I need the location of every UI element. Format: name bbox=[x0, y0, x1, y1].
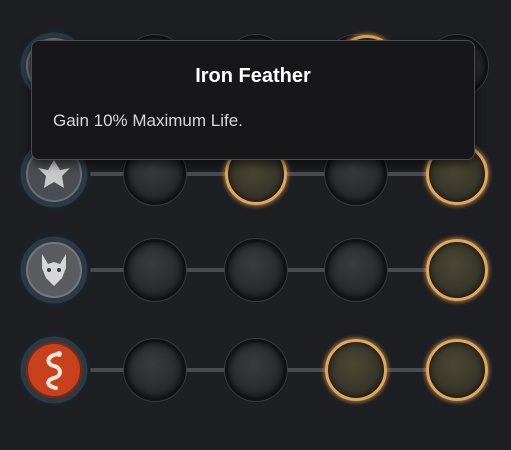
skill-node-3-1[interactable] bbox=[124, 239, 186, 301]
skill-node-4-2[interactable] bbox=[225, 339, 287, 401]
skill-board: Iron Feather Gain 10% Maximum Life. bbox=[0, 0, 511, 450]
tooltip-title: Iron Feather bbox=[195, 65, 311, 87]
skill-row-4 bbox=[0, 328, 511, 412]
skill-node-4-1[interactable] bbox=[124, 339, 186, 401]
skill-node-4-4[interactable] bbox=[426, 339, 488, 401]
skill-node-4-3[interactable] bbox=[325, 339, 387, 401]
skill-node-3-4[interactable] bbox=[426, 239, 488, 301]
skill-row-3 bbox=[0, 228, 511, 312]
skill-node-3-3[interactable] bbox=[325, 239, 387, 301]
skill-node-3-2[interactable] bbox=[225, 239, 287, 301]
tooltip-description: Gain 10% Maximum Life. bbox=[53, 111, 243, 130]
skill-tooltip: Iron Feather Gain 10% Maximum Life. bbox=[31, 40, 475, 160]
serpent-emblem-icon[interactable] bbox=[16, 332, 92, 408]
wolf-emblem-icon[interactable] bbox=[16, 232, 92, 308]
